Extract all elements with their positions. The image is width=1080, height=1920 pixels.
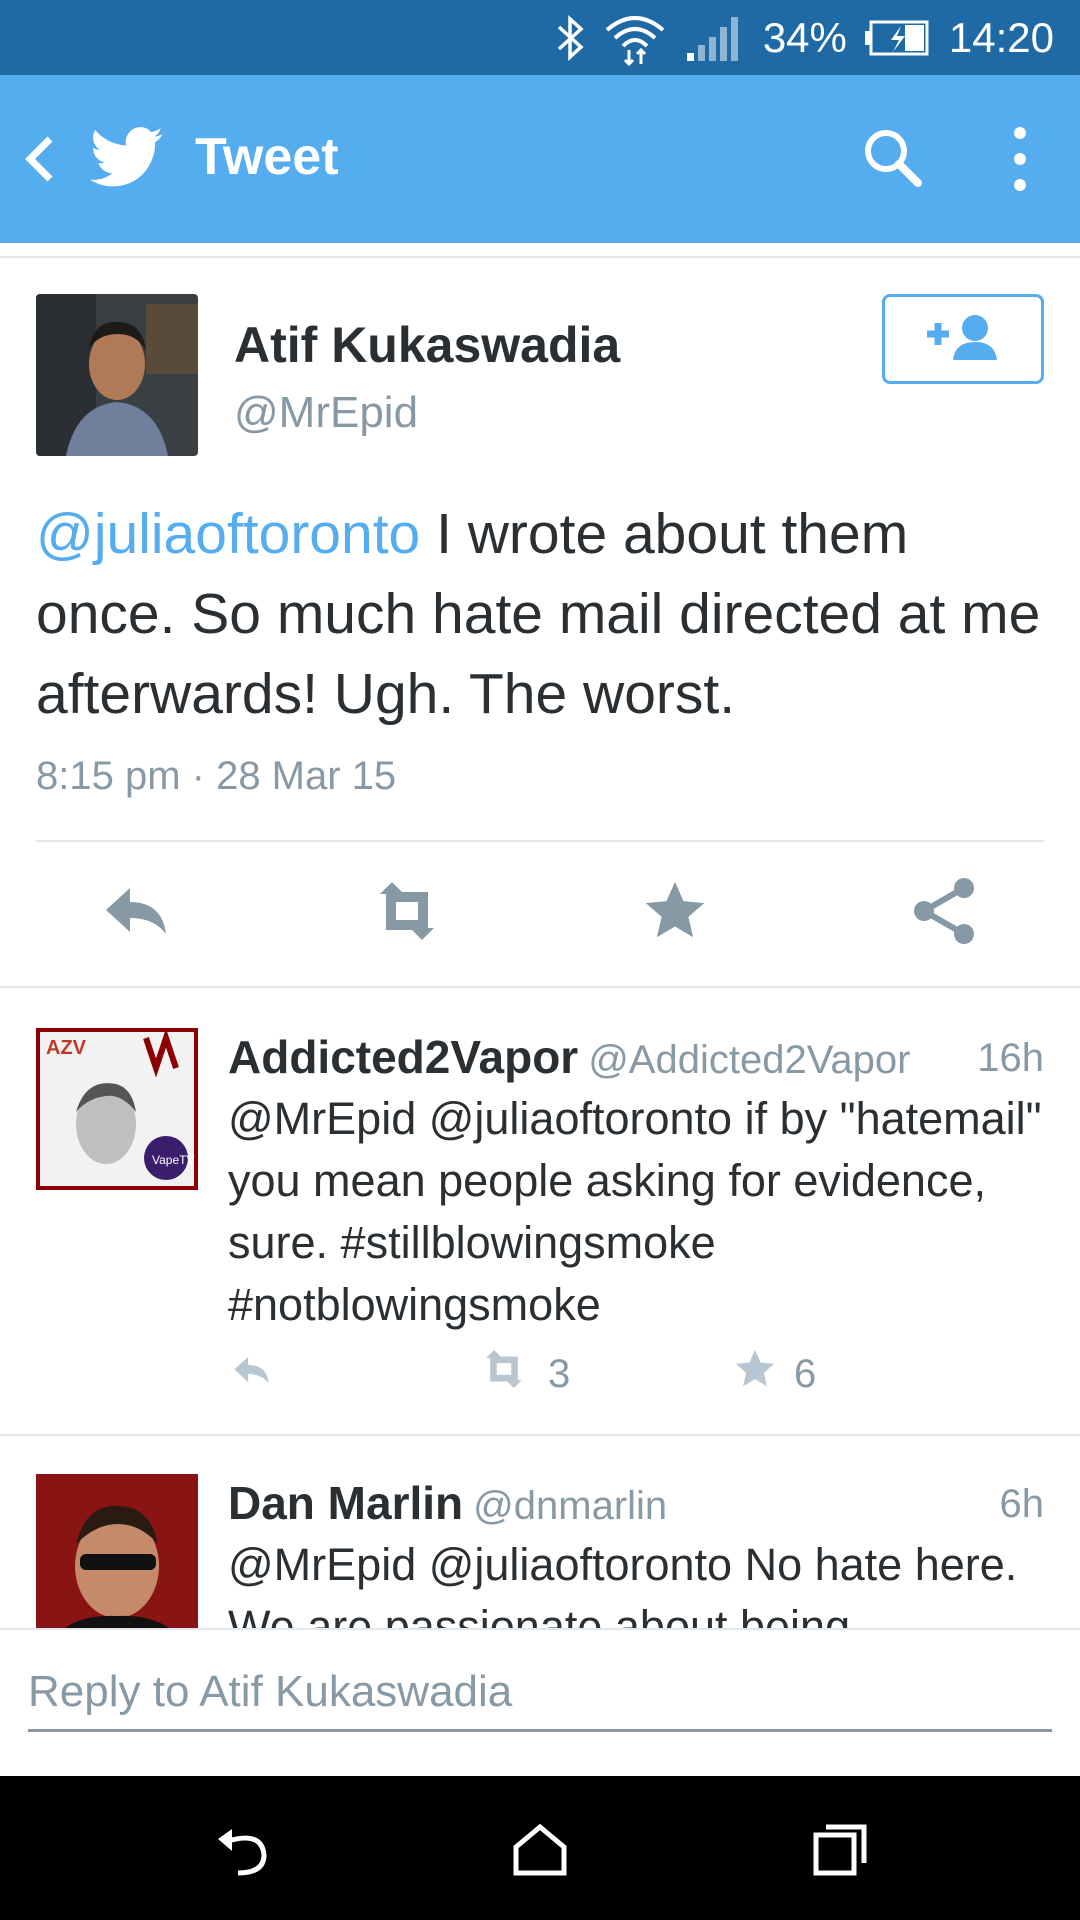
status-bar: 34% 14:20 <box>0 0 1080 75</box>
nav-recents-icon[interactable] <box>810 1821 870 1881</box>
reply-text: @MrEpid @juliaoftoronto No hate here. We… <box>228 1539 1018 1628</box>
reply-favorite-action[interactable]: 6 <box>732 1346 816 1402</box>
reply-author-name: Dan Marlin <box>228 1477 464 1529</box>
author-avatar[interactable] <box>36 294 198 456</box>
reply-text: @MrEpid @juliaoftoronto if by "hatemail"… <box>228 1093 1042 1330</box>
reply-author[interactable]: Dan Marlin @dnmarlin <box>228 1476 667 1530</box>
page-title: Tweet <box>195 128 339 186</box>
divider <box>0 986 1080 988</box>
follow-button[interactable] <box>882 294 1044 384</box>
nav-home-icon[interactable] <box>510 1821 570 1881</box>
tweet-actions <box>0 876 1080 956</box>
reply-item[interactable]: Dan Marlin @dnmarlin 6h @MrEpid @juliaoft… <box>0 1456 1080 1628</box>
reply-author[interactable]: Addicted2Vapor @Addicted2Vapor <box>228 1030 911 1084</box>
reply-avatar[interactable] <box>36 1474 198 1628</box>
navigation-bar <box>0 1776 1080 1920</box>
back-icon[interactable] <box>20 125 60 199</box>
overflow-menu-icon[interactable] <box>1010 125 1030 197</box>
mention-link[interactable]: @juliaoftoronto <box>36 502 420 566</box>
reply-time: 6h <box>999 1482 1045 1526</box>
share-icon[interactable] <box>910 876 980 950</box>
battery-percent: 34% <box>762 13 847 61</box>
favorite-icon[interactable] <box>640 876 710 950</box>
svg-text:VapeTV: VapeTV <box>152 1153 194 1167</box>
search-icon[interactable] <box>860 125 924 193</box>
follow-icon <box>923 312 1003 366</box>
reply-author-handle: @dnmarlin <box>473 1484 668 1528</box>
signal-icon <box>685 13 745 63</box>
nav-back-icon[interactable] <box>212 1821 272 1881</box>
reply-retweet-action[interactable]: 3 <box>476 1346 570 1402</box>
reply-input[interactable] <box>28 1654 1052 1732</box>
twitter-bird-icon <box>90 125 164 195</box>
reply-avatar[interactable]: AZV VapeTV <box>36 1028 198 1190</box>
reply-icon[interactable] <box>100 876 170 950</box>
reply-reply-action[interactable] <box>228 1350 274 1400</box>
battery-icon <box>864 18 931 58</box>
divider <box>0 1434 1080 1436</box>
reply-composer <box>0 1628 1080 1776</box>
wifi-icon <box>603 10 667 66</box>
reply-icon <box>228 1350 274 1400</box>
tweet-timestamp: 8:15 pm · 28 Mar 15 <box>36 754 397 798</box>
favorite-icon <box>732 1346 778 1402</box>
author-name[interactable]: Atif Kukaswadia <box>234 316 620 374</box>
clock: 14:20 <box>948 13 1054 61</box>
bluetooth-icon <box>555 13 585 63</box>
app-bar: Tweet <box>0 75 1080 243</box>
retweet-icon[interactable] <box>366 876 448 950</box>
divider <box>36 840 1044 842</box>
author-handle[interactable]: @MrEpid <box>234 388 418 438</box>
retweet-icon <box>476 1346 532 1402</box>
reply-item[interactable]: AZV VapeTV Addicted2Vapor @Addicted2Vapor… <box>0 1010 1080 1430</box>
retweet-count: 3 <box>548 1351 571 1396</box>
reply-time: 16h <box>977 1036 1044 1080</box>
tweet-text: @juliaoftoronto I wrote about them once.… <box>36 494 1046 734</box>
screen: 34% 14:20 Tweet Atif Kukaswadia @MrEpid … <box>0 0 1080 1920</box>
divider <box>0 256 1080 258</box>
svg-text:AZV: AZV <box>46 1037 87 1059</box>
reply-author-handle: @Addicted2Vapor <box>588 1038 911 1082</box>
reply-author-name: Addicted2Vapor <box>228 1031 579 1083</box>
favorite-count: 6 <box>794 1351 817 1396</box>
